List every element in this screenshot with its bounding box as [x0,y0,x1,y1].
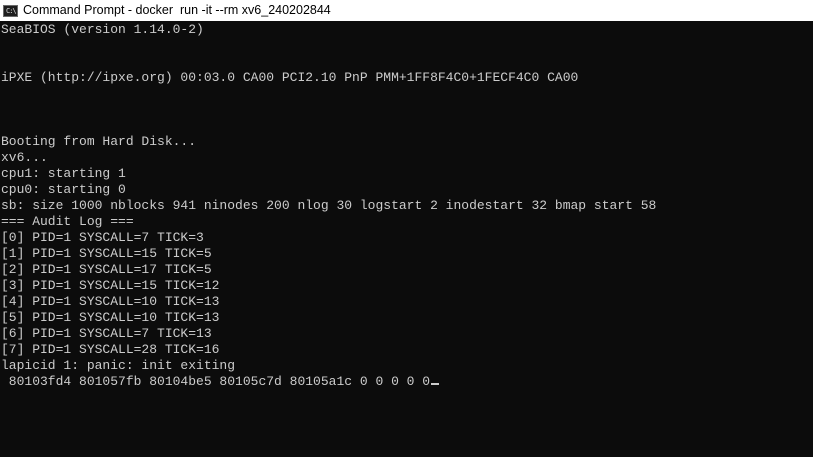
audit-log-entry: [7] PID=1 SYSCALL=28 TICK=16 [1,342,220,357]
console-line: SeaBIOS (version 1.14.0-2) [1,22,204,37]
command-prompt-window: C:\ Command Prompt - docker run -it --rm… [0,0,813,457]
audit-log-entry: [5] PID=1 SYSCALL=10 TICK=13 [1,310,220,325]
console-line: Booting from Hard Disk... [1,134,197,149]
console-output[interactable]: SeaBIOS (version 1.14.0-2) iPXE (http://… [0,21,813,457]
console-line: cpu1: starting 1 [1,166,126,181]
audit-log-entry: [4] PID=1 SYSCALL=10 TICK=13 [1,294,220,309]
audit-log-entry: [1] PID=1 SYSCALL=15 TICK=5 [1,246,212,261]
command-prompt-icon[interactable]: C:\ [3,4,18,17]
audit-log-entry: [0] PID=1 SYSCALL=7 TICK=3 [1,230,204,245]
audit-log-entry: [2] PID=1 SYSCALL=17 TICK=5 [1,262,212,277]
audit-log-entry: [6] PID=1 SYSCALL=7 TICK=13 [1,326,212,341]
audit-log-entry: [3] PID=1 SYSCALL=15 TICK=12 [1,278,220,293]
command-prompt-icon-glyph: C:\ [6,6,17,15]
console-line: sb: size 1000 nblocks 941 ninodes 200 nl… [1,198,657,213]
console-line: xv6... [1,150,48,165]
console-line: cpu0: starting 0 [1,182,126,197]
panic-message: lapicid 1: panic: init exiting [1,358,236,373]
console-line: === Audit Log === [1,214,134,229]
console-line: iPXE (http://ipxe.org) 00:03.0 CA00 PCI2… [1,70,579,85]
window-title: Command Prompt - docker run -it --rm xv6… [23,3,331,17]
stack-trace-line: 80103fd4 801057fb 80104be5 80105c7d 8010… [1,374,813,390]
text-cursor [431,383,440,385]
title-bar[interactable]: C:\ Command Prompt - docker run -it --rm… [0,0,813,21]
stack-trace-text: 80103fd4 801057fb 80104be5 80105c7d 8010… [1,374,431,389]
